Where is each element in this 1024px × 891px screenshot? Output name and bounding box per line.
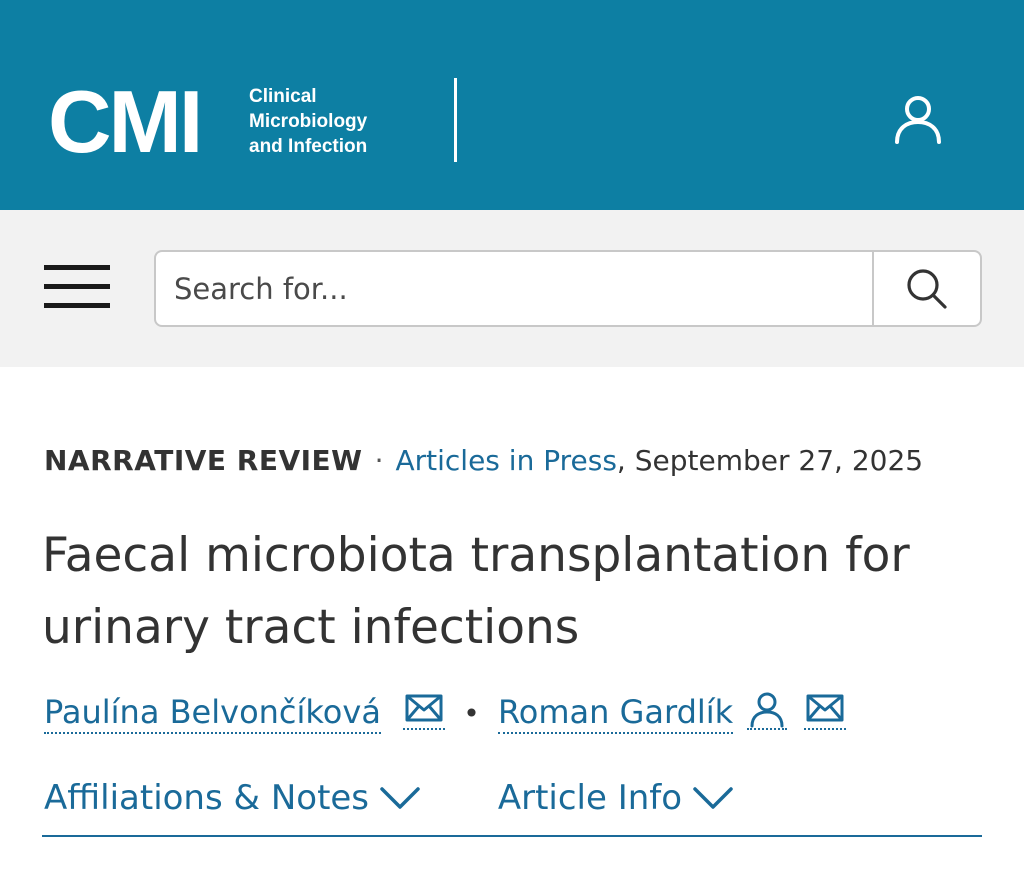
search-button[interactable]	[872, 252, 980, 325]
chevron-down-icon	[380, 786, 420, 809]
article-type: NARRATIVE REVIEW	[44, 444, 363, 477]
chevron-down-icon	[693, 786, 733, 809]
journal-name: Clinical Microbiology and Infection	[249, 84, 367, 159]
search-input[interactable]	[156, 252, 872, 325]
account-icon[interactable]	[892, 92, 944, 146]
header-divider	[454, 78, 457, 162]
search-icon	[907, 269, 947, 309]
mail-icon[interactable]	[803, 690, 846, 730]
journal-name-line-1: Clinical	[249, 86, 317, 107]
hamburger-menu-icon[interactable]	[44, 265, 110, 311]
author-separator: •	[463, 697, 480, 730]
affiliations-notes-label: Affiliations & Notes	[44, 778, 370, 818]
author-list: Paulína Belvončíková • Roman Gardlík	[44, 690, 846, 736]
affiliations-notes-toggle[interactable]: Affiliations & Notes	[44, 776, 421, 820]
meta-separator: ·	[374, 444, 384, 477]
journal-name-line-3: and Infection	[249, 136, 368, 157]
article-info-toggle[interactable]: Article Info	[498, 776, 734, 820]
article-accordions: Affiliations & Notes Article Info	[44, 776, 734, 820]
articles-in-press-link[interactable]: Articles in Press	[395, 444, 616, 477]
publication-date: , September 27, 2025	[616, 444, 924, 477]
search-box	[154, 250, 982, 327]
article-title: Faecal microbiota transplantation for ur…	[42, 528, 910, 655]
journal-name-line-2: Microbiology	[249, 111, 368, 132]
section-divider	[42, 835, 982, 837]
person-icon[interactable]	[747, 690, 788, 730]
mail-icon[interactable]	[403, 690, 446, 730]
article-meta: NARRATIVE REVIEW · Articles in Press, Sept…	[44, 444, 923, 478]
author-link-gardlik[interactable]: Roman Gardlík	[497, 692, 734, 734]
journal-logo[interactable]: CMI	[48, 78, 203, 166]
article-info-label: Article Info	[497, 778, 683, 818]
site-header: CMI Clinical Microbiology and Infection	[0, 0, 1024, 210]
author-link-belvoncikova[interactable]: Paulína Belvončíková	[44, 692, 381, 734]
